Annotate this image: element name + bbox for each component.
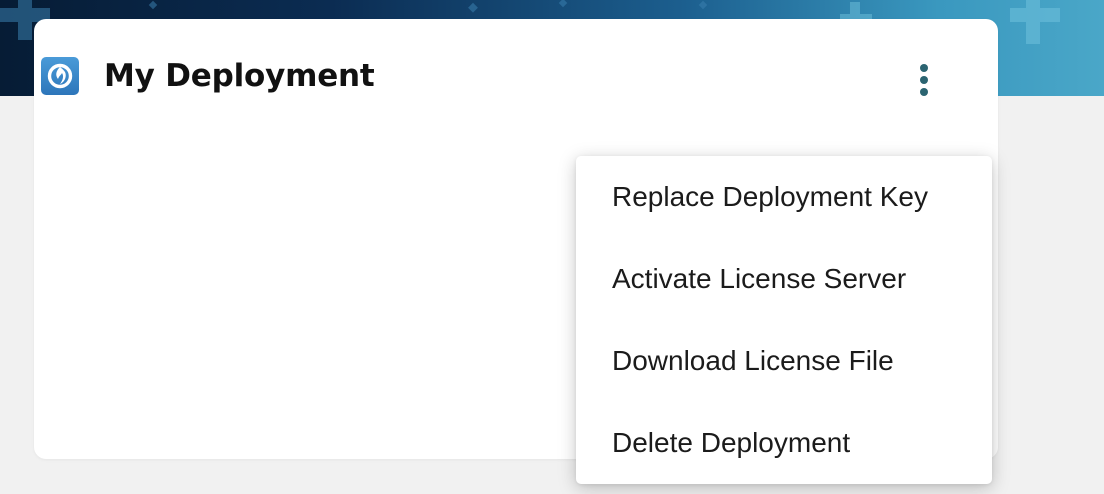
menu-item-replace-deployment-key[interactable]: Replace Deployment Key bbox=[576, 156, 992, 238]
kebab-menu-icon[interactable] bbox=[910, 60, 938, 100]
kebab-dot bbox=[920, 88, 928, 96]
dropdown-menu: Replace Deployment Key Activate License … bbox=[576, 156, 992, 484]
kebab-dot bbox=[920, 64, 928, 72]
deployment-logo-icon bbox=[41, 57, 79, 95]
kebab-dot bbox=[920, 76, 928, 84]
menu-item-download-license-file[interactable]: Download License File bbox=[576, 320, 992, 402]
card-title: My Deployment bbox=[104, 58, 375, 94]
menu-item-activate-license-server[interactable]: Activate License Server bbox=[576, 238, 992, 320]
menu-item-delete-deployment[interactable]: Delete Deployment bbox=[576, 402, 992, 484]
